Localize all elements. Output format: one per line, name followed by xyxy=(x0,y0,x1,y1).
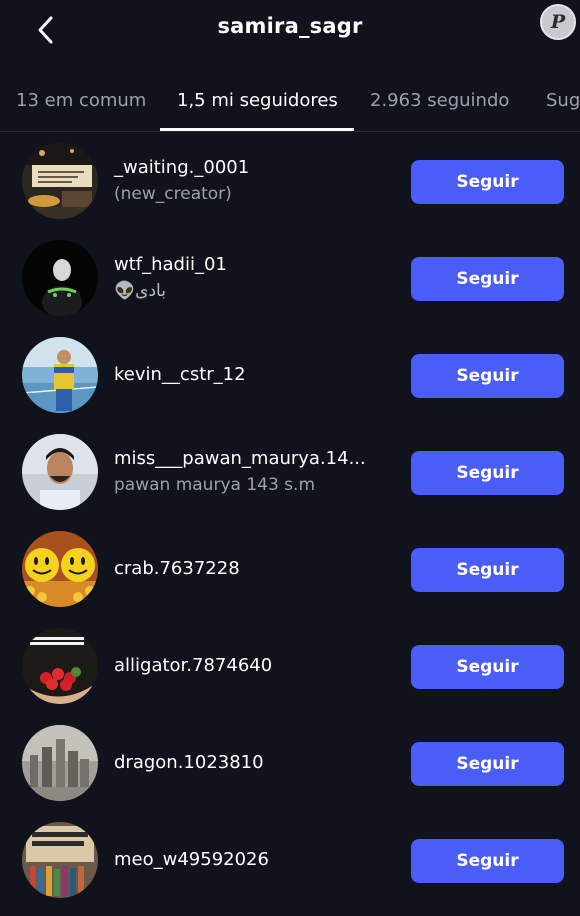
avatar[interactable] xyxy=(22,822,98,898)
follow-button[interactable]: Seguir xyxy=(411,257,564,301)
follow-button[interactable]: Seguir xyxy=(411,354,564,398)
username: meo_w49592026 xyxy=(114,849,269,870)
list-item[interactable]: kevin__cstr_12 Seguir xyxy=(0,327,580,424)
display-name: pawan maurya 143 s.m xyxy=(114,475,316,495)
display-name: 👽بادی xyxy=(114,281,166,301)
list-item[interactable]: wtf_hadii_01 👽بادی Seguir xyxy=(0,230,580,327)
follow-button[interactable]: Seguir xyxy=(411,839,564,883)
follow-button[interactable]: Seguir xyxy=(411,645,564,689)
active-tab-indicator xyxy=(160,128,354,131)
display-name: (new_creator) xyxy=(114,184,232,204)
list-item[interactable]: crab.7637228 Seguir xyxy=(0,521,580,618)
avatar[interactable] xyxy=(22,143,98,219)
avatar[interactable] xyxy=(22,725,98,801)
watermark-letter: P xyxy=(550,11,566,33)
top-bar: samira_sagr P xyxy=(0,0,580,62)
follow-button[interactable]: Seguir xyxy=(411,160,564,204)
list-item[interactable]: miss___pawan_maurya.14... pawan maurya 1… xyxy=(0,424,580,521)
follow-button[interactable]: Seguir xyxy=(411,548,564,592)
avatar[interactable] xyxy=(22,337,98,413)
list-item[interactable]: alligator.7874640 Seguir xyxy=(0,618,580,715)
username: crab.7637228 xyxy=(114,558,240,579)
watermark-logo: P xyxy=(540,4,576,40)
tab-following[interactable]: 2.963 seguindo xyxy=(370,90,509,111)
tab-suggested[interactable]: Sug xyxy=(546,90,580,111)
username: wtf_hadii_01 xyxy=(114,254,227,275)
avatar[interactable] xyxy=(22,531,98,607)
list-item[interactable]: _waiting._0001 (new_creator) Seguir xyxy=(0,133,580,230)
username: kevin__cstr_12 xyxy=(114,364,246,385)
follow-button[interactable]: Seguir xyxy=(411,742,564,786)
username: _waiting._0001 xyxy=(114,157,250,178)
username: dragon.1023810 xyxy=(114,752,264,773)
avatar[interactable] xyxy=(22,434,98,510)
tab-followers[interactable]: 1,5 mi seguidores xyxy=(177,90,338,111)
tab-mutual[interactable]: 13 em comum xyxy=(16,90,146,111)
list-item[interactable]: dragon.1023810 Seguir xyxy=(0,715,580,812)
avatar[interactable] xyxy=(22,628,98,704)
list-item[interactable]: meo_w49592026 Seguir xyxy=(0,812,580,909)
username: alligator.7874640 xyxy=(114,655,273,676)
follow-button[interactable]: Seguir xyxy=(411,451,564,495)
avatar[interactable] xyxy=(22,240,98,316)
page-title: samira_sagr xyxy=(217,14,363,38)
username: miss___pawan_maurya.14... xyxy=(114,448,366,469)
tab-bar: 13 em comum 1,5 mi seguidores 2.963 segu… xyxy=(0,62,580,132)
